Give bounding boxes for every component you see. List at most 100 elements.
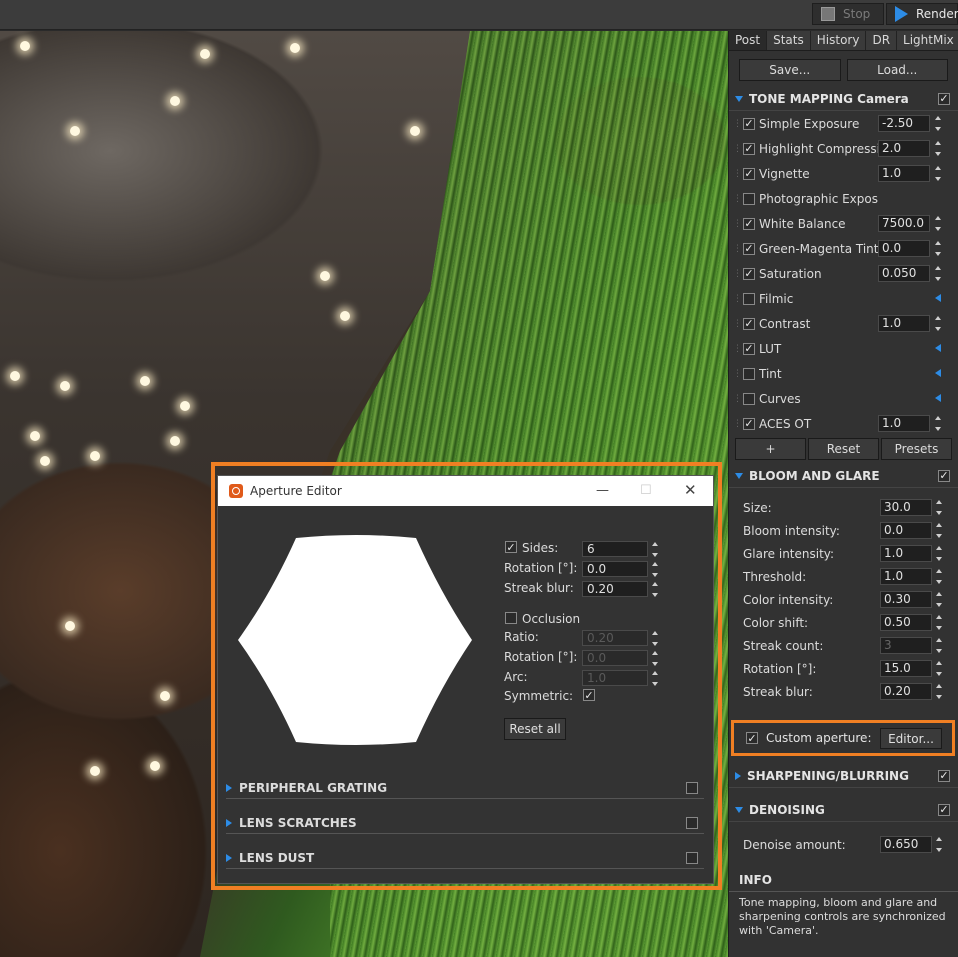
streak-blur-spinner[interactable] — [650, 581, 659, 598]
operator-value-spinner[interactable] — [933, 415, 942, 432]
reset-button[interactable]: Reset — [808, 438, 879, 460]
tone-mapping-row[interactable]: ⋮⋮ ✓ White Balance 7500.0 — [729, 211, 958, 236]
operator-enable-checkbox[interactable]: ✓ — [743, 117, 755, 130]
operator-enable-checkbox[interactable] — [743, 192, 755, 205]
load-button[interactable]: Load... — [846, 59, 948, 81]
operator-value-input[interactable]: 0.0 — [878, 240, 930, 257]
operator-value-input[interactable]: 1.0 — [878, 165, 930, 182]
operator-value-spinner[interactable] — [933, 140, 942, 157]
lens-dust-checkbox[interactable] — [686, 851, 698, 864]
save-button[interactable]: Save... — [739, 59, 841, 81]
operator-value-input[interactable]: 0.050 — [878, 265, 930, 282]
bloom-param-input[interactable]: 0.0 — [880, 522, 932, 539]
tone-mapping-row[interactable]: ⋮⋮ Filmic — [729, 286, 958, 311]
lens-dust-section[interactable]: LENS DUST — [226, 847, 704, 869]
peripheral-grating-section[interactable]: PERIPHERAL GRATING — [226, 777, 704, 799]
operator-value-spinner[interactable] — [933, 265, 942, 282]
bloom-param-spinner[interactable] — [934, 683, 943, 700]
operator-value-input[interactable]: 2.0 — [878, 140, 930, 157]
drag-handle-icon[interactable]: ⋮⋮ — [733, 344, 750, 354]
bloom-param-spinner[interactable] — [934, 660, 943, 677]
tone-mapping-row[interactable]: ⋮⋮ Tint — [729, 361, 958, 386]
operator-value-input[interactable]: 1.0 — [878, 315, 930, 332]
drag-handle-icon[interactable]: ⋮⋮ — [733, 119, 750, 129]
operator-value-input[interactable]: 1.0 — [878, 415, 930, 432]
bloom-param-spinner[interactable] — [934, 591, 943, 608]
tab-lightmix[interactable]: LightMix — [897, 31, 958, 50]
drag-handle-icon[interactable]: ⋮⋮ — [733, 144, 750, 154]
tone-mapping-header[interactable]: TONE MAPPING Camera ✓ — [729, 87, 958, 111]
streak-blur-input[interactable]: 0.20 — [582, 581, 648, 597]
bloom-glare-header[interactable]: BLOOM AND GLARE ✓ — [729, 464, 958, 488]
tone-mapping-row[interactable]: ⋮⋮ ✓ Vignette 1.0 — [729, 161, 958, 186]
tab-stats[interactable]: Stats — [767, 31, 811, 50]
tone-mapping-row[interactable]: ⋮⋮ ✓ Green-Magenta Tint 0.0 — [729, 236, 958, 261]
symmetric-checkbox[interactable]: ✓ — [583, 689, 595, 701]
tone-mapping-row[interactable]: ⋮⋮ Curves — [729, 386, 958, 411]
operator-value-spinner[interactable] — [933, 315, 942, 332]
operator-enable-checkbox[interactable]: ✓ — [743, 167, 755, 180]
drag-handle-icon[interactable]: ⋮⋮ — [733, 369, 750, 379]
custom-aperture-checkbox[interactable]: ✓ — [746, 732, 758, 744]
lens-scratches-checkbox[interactable] — [686, 816, 698, 829]
bloom-param-input[interactable]: 30.0 — [880, 499, 932, 516]
drag-handle-icon[interactable]: ⋮⋮ — [733, 169, 750, 179]
operator-value-input[interactable]: 7500.0 — [878, 215, 930, 232]
bloom-param-input[interactable]: 15.0 — [880, 660, 932, 677]
drag-handle-icon[interactable]: ⋮⋮ — [733, 194, 750, 204]
tone-mapping-row[interactable]: ⋮⋮ ✓ ACES OT 1.0 — [729, 411, 958, 436]
sharpening-header[interactable]: SHARPENING/BLURRING ✓ — [729, 764, 958, 788]
sides-input[interactable]: 6 — [582, 541, 648, 557]
bloom-param-input[interactable]: 0.50 — [880, 614, 932, 631]
drag-handle-icon[interactable]: ⋮⋮ — [733, 394, 750, 404]
peripheral-grating-checkbox[interactable] — [686, 781, 698, 794]
bloom-param-spinner[interactable] — [934, 568, 943, 585]
rotation-spinner[interactable] — [650, 561, 659, 578]
bloom-param-spinner[interactable] — [934, 614, 943, 631]
bloom-param-input[interactable]: 0.30 — [880, 591, 932, 608]
rotation-input[interactable]: 0.0 — [582, 561, 648, 577]
operator-enable-checkbox[interactable]: ✓ — [743, 242, 755, 255]
operator-enable-checkbox[interactable] — [743, 367, 755, 380]
bloom-param-input[interactable]: 1.0 — [880, 545, 932, 562]
lens-scratches-section[interactable]: LENS SCRATCHES — [226, 812, 704, 834]
expand-arrow-icon[interactable] — [935, 344, 941, 352]
tone-mapping-row[interactable]: ⋮⋮ ✓ Simple Exposure -2.50 — [729, 111, 958, 136]
operator-value-spinner[interactable] — [933, 115, 942, 132]
bloom-param-spinner[interactable] — [934, 545, 943, 562]
tab-post[interactable]: Post — [729, 31, 768, 50]
tab-dr[interactable]: DR — [866, 31, 898, 50]
drag-handle-icon[interactable]: ⋮⋮ — [733, 319, 750, 329]
close-icon[interactable]: ✕ — [684, 481, 697, 499]
bloom-param-spinner[interactable] — [934, 499, 943, 516]
bloom-param-input[interactable]: 1.0 — [880, 568, 932, 585]
tone-mapping-enable-checkbox[interactable]: ✓ — [938, 92, 950, 105]
operator-enable-checkbox[interactable]: ✓ — [743, 142, 755, 155]
stop-button[interactable]: Stop — [812, 3, 884, 25]
minimize-icon[interactable]: — — [596, 483, 609, 498]
operator-enable-checkbox[interactable] — [743, 392, 755, 405]
aperture-editor-button[interactable]: Editor... — [880, 728, 942, 749]
operator-value-spinner[interactable] — [933, 240, 942, 257]
presets-button[interactable]: Presets — [881, 438, 952, 460]
drag-handle-icon[interactable]: ⋮⋮ — [733, 244, 750, 254]
dialog-titlebar[interactable]: Aperture Editor — ☐ ✕ — [218, 476, 713, 506]
operator-enable-checkbox[interactable] — [743, 292, 755, 305]
operator-value-input[interactable]: -2.50 — [878, 115, 930, 132]
operator-enable-checkbox[interactable]: ✓ — [743, 267, 755, 280]
add-operator-button[interactable]: + — [735, 438, 806, 460]
drag-handle-icon[interactable]: ⋮⋮ — [733, 269, 750, 279]
operator-value-spinner[interactable] — [933, 165, 942, 182]
denoising-enable-checkbox[interactable]: ✓ — [938, 803, 950, 816]
tone-mapping-row[interactable]: ⋮⋮ ✓ LUT — [729, 336, 958, 361]
operator-enable-checkbox[interactable]: ✓ — [743, 317, 755, 330]
reset-all-button[interactable]: Reset all — [504, 718, 566, 740]
expand-arrow-icon[interactable] — [935, 294, 941, 302]
render-button[interactable]: Render — [886, 3, 958, 25]
sharpening-enable-checkbox[interactable]: ✓ — [938, 769, 950, 782]
operator-enable-checkbox[interactable]: ✓ — [743, 342, 755, 355]
denoising-header[interactable]: DENOISING ✓ — [729, 798, 958, 822]
drag-handle-icon[interactable]: ⋮⋮ — [733, 419, 750, 429]
bloom-glare-enable-checkbox[interactable]: ✓ — [938, 469, 950, 482]
tone-mapping-row[interactable]: ⋮⋮ Photographic Exposure — [729, 186, 958, 211]
